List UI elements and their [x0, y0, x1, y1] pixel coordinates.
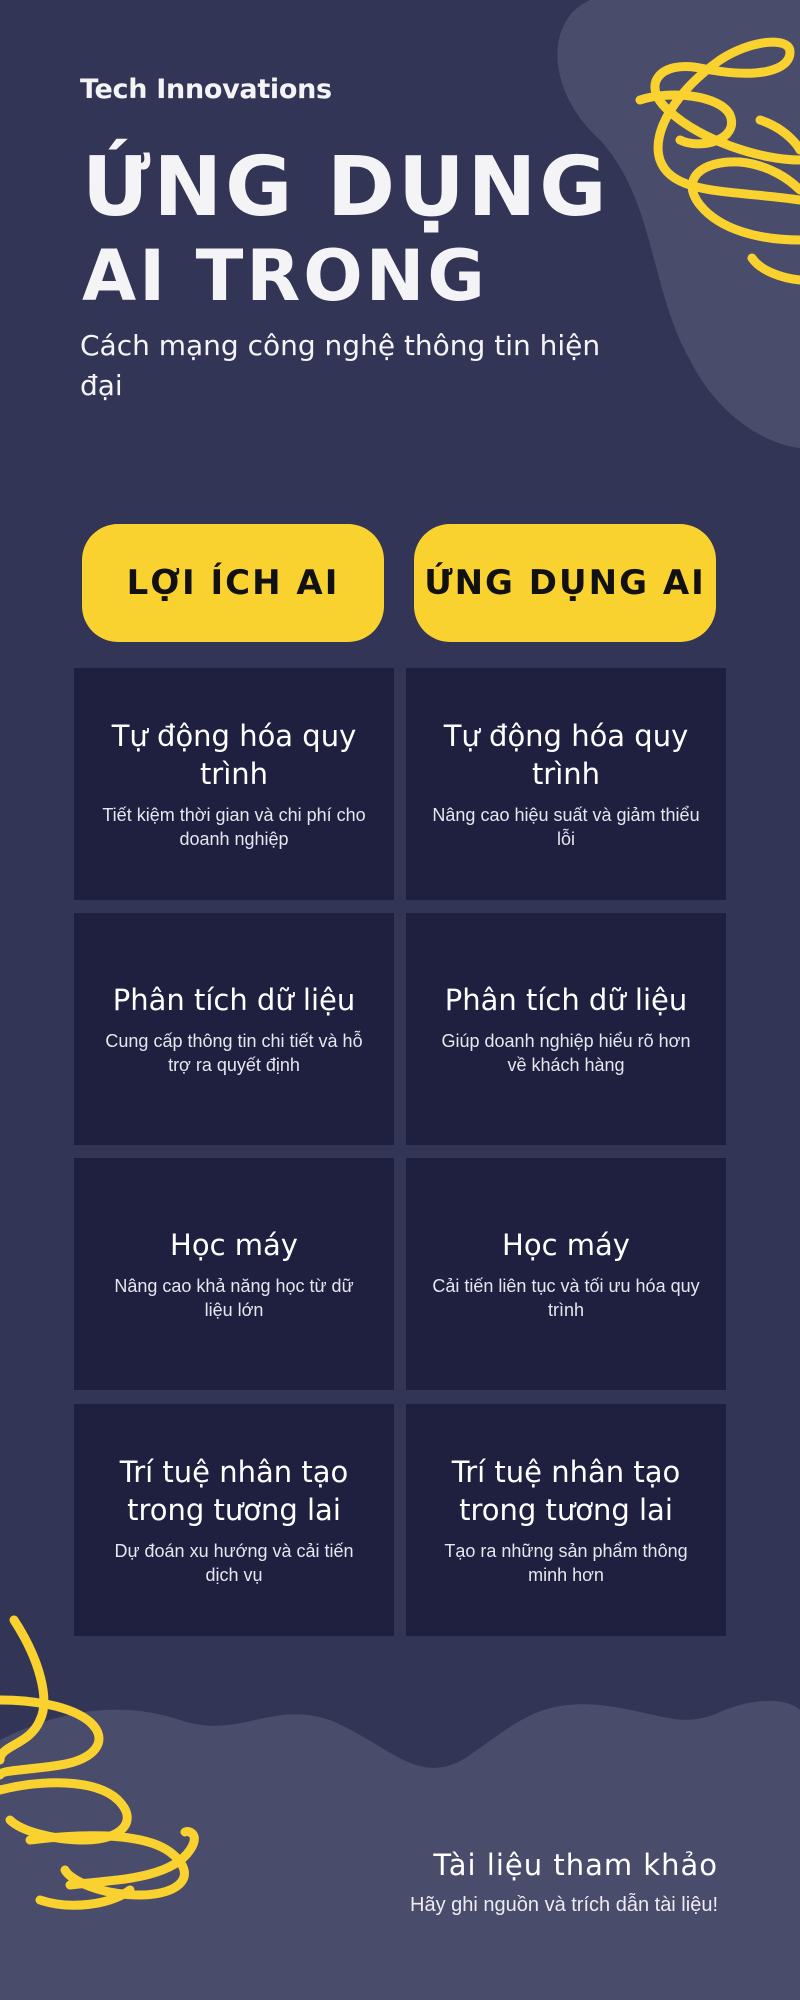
card-title: Phân tích dữ liệu [444, 983, 688, 1017]
card-title: Trí tuệ nhân tạo trong tương lai [451, 1455, 681, 1527]
card-description: Cải tiến liên tục và tối ưu hóa quy trìn… [432, 1276, 700, 1320]
page-subtitle: Cách mạng công nghệ thông tin hiện đại [80, 329, 601, 402]
benefit-card: Trí tuệ nhân tạo trong tương lai Dự đoán… [74, 1404, 394, 1636]
card-description: Giúp doanh nghiệp hiểu rõ hơn về khách h… [441, 1031, 691, 1075]
card-title: Học máy [170, 1228, 298, 1262]
benefit-card: Học máy Nâng cao khả năng học từ dữ liệu… [74, 1158, 394, 1390]
card-title: Phân tích dữ liệu [112, 983, 356, 1017]
card-description: Tạo ra những sản phẩm thông minh hơn [444, 1541, 688, 1585]
title-line-1: ỨNG DỤNG [82, 140, 610, 235]
card-title: Tự động hóa quy trình [443, 719, 689, 791]
card-title: Trí tuệ nhân tạo trong tương lai [119, 1455, 349, 1527]
application-card: Học máy Cải tiến liên tục và tối ưu hóa … [406, 1158, 726, 1390]
column-heading-applications: ỨNG DỤNG AI [414, 524, 716, 642]
benefit-card: Tự động hóa quy trình Tiết kiệm thời gia… [74, 668, 394, 900]
card-title: Tự động hóa quy trình [111, 719, 357, 791]
brand-name: Tech Innovations [80, 74, 332, 105]
card-description: Nâng cao hiệu suất và giảm thiểu lỗi [432, 805, 700, 849]
card-description: Nâng cao khả năng học từ dữ liệu lớn [114, 1276, 354, 1320]
card-description: Cung cấp thông tin chi tiết và hỗ trợ ra… [105, 1031, 363, 1075]
references-note: Hãy ghi nguồn và trích dẫn tài liệu! [410, 1894, 718, 1916]
benefit-card: Phân tích dữ liệu Cung cấp thông tin chi… [74, 913, 394, 1145]
references-title: Tài liệu tham khảo [433, 1848, 718, 1882]
page-title: ỨNG DỤNG AI TRONG [82, 138, 642, 314]
card-title: Học máy [502, 1228, 630, 1262]
card-description: Tiết kiệm thời gian và chi phí cho doanh… [102, 805, 366, 849]
application-card: Phân tích dữ liệu Giúp doanh nghiệp hiểu… [406, 913, 726, 1145]
card-description: Dự đoán xu hướng và cải tiến dịch vụ [114, 1541, 354, 1585]
application-card: Trí tuệ nhân tạo trong tương lai Tạo ra … [406, 1404, 726, 1636]
column-heading-benefits: LỢI ÍCH AI [82, 524, 384, 642]
application-card: Tự động hóa quy trình Nâng cao hiệu suất… [406, 668, 726, 900]
title-line-2: AI TRONG [82, 235, 488, 317]
